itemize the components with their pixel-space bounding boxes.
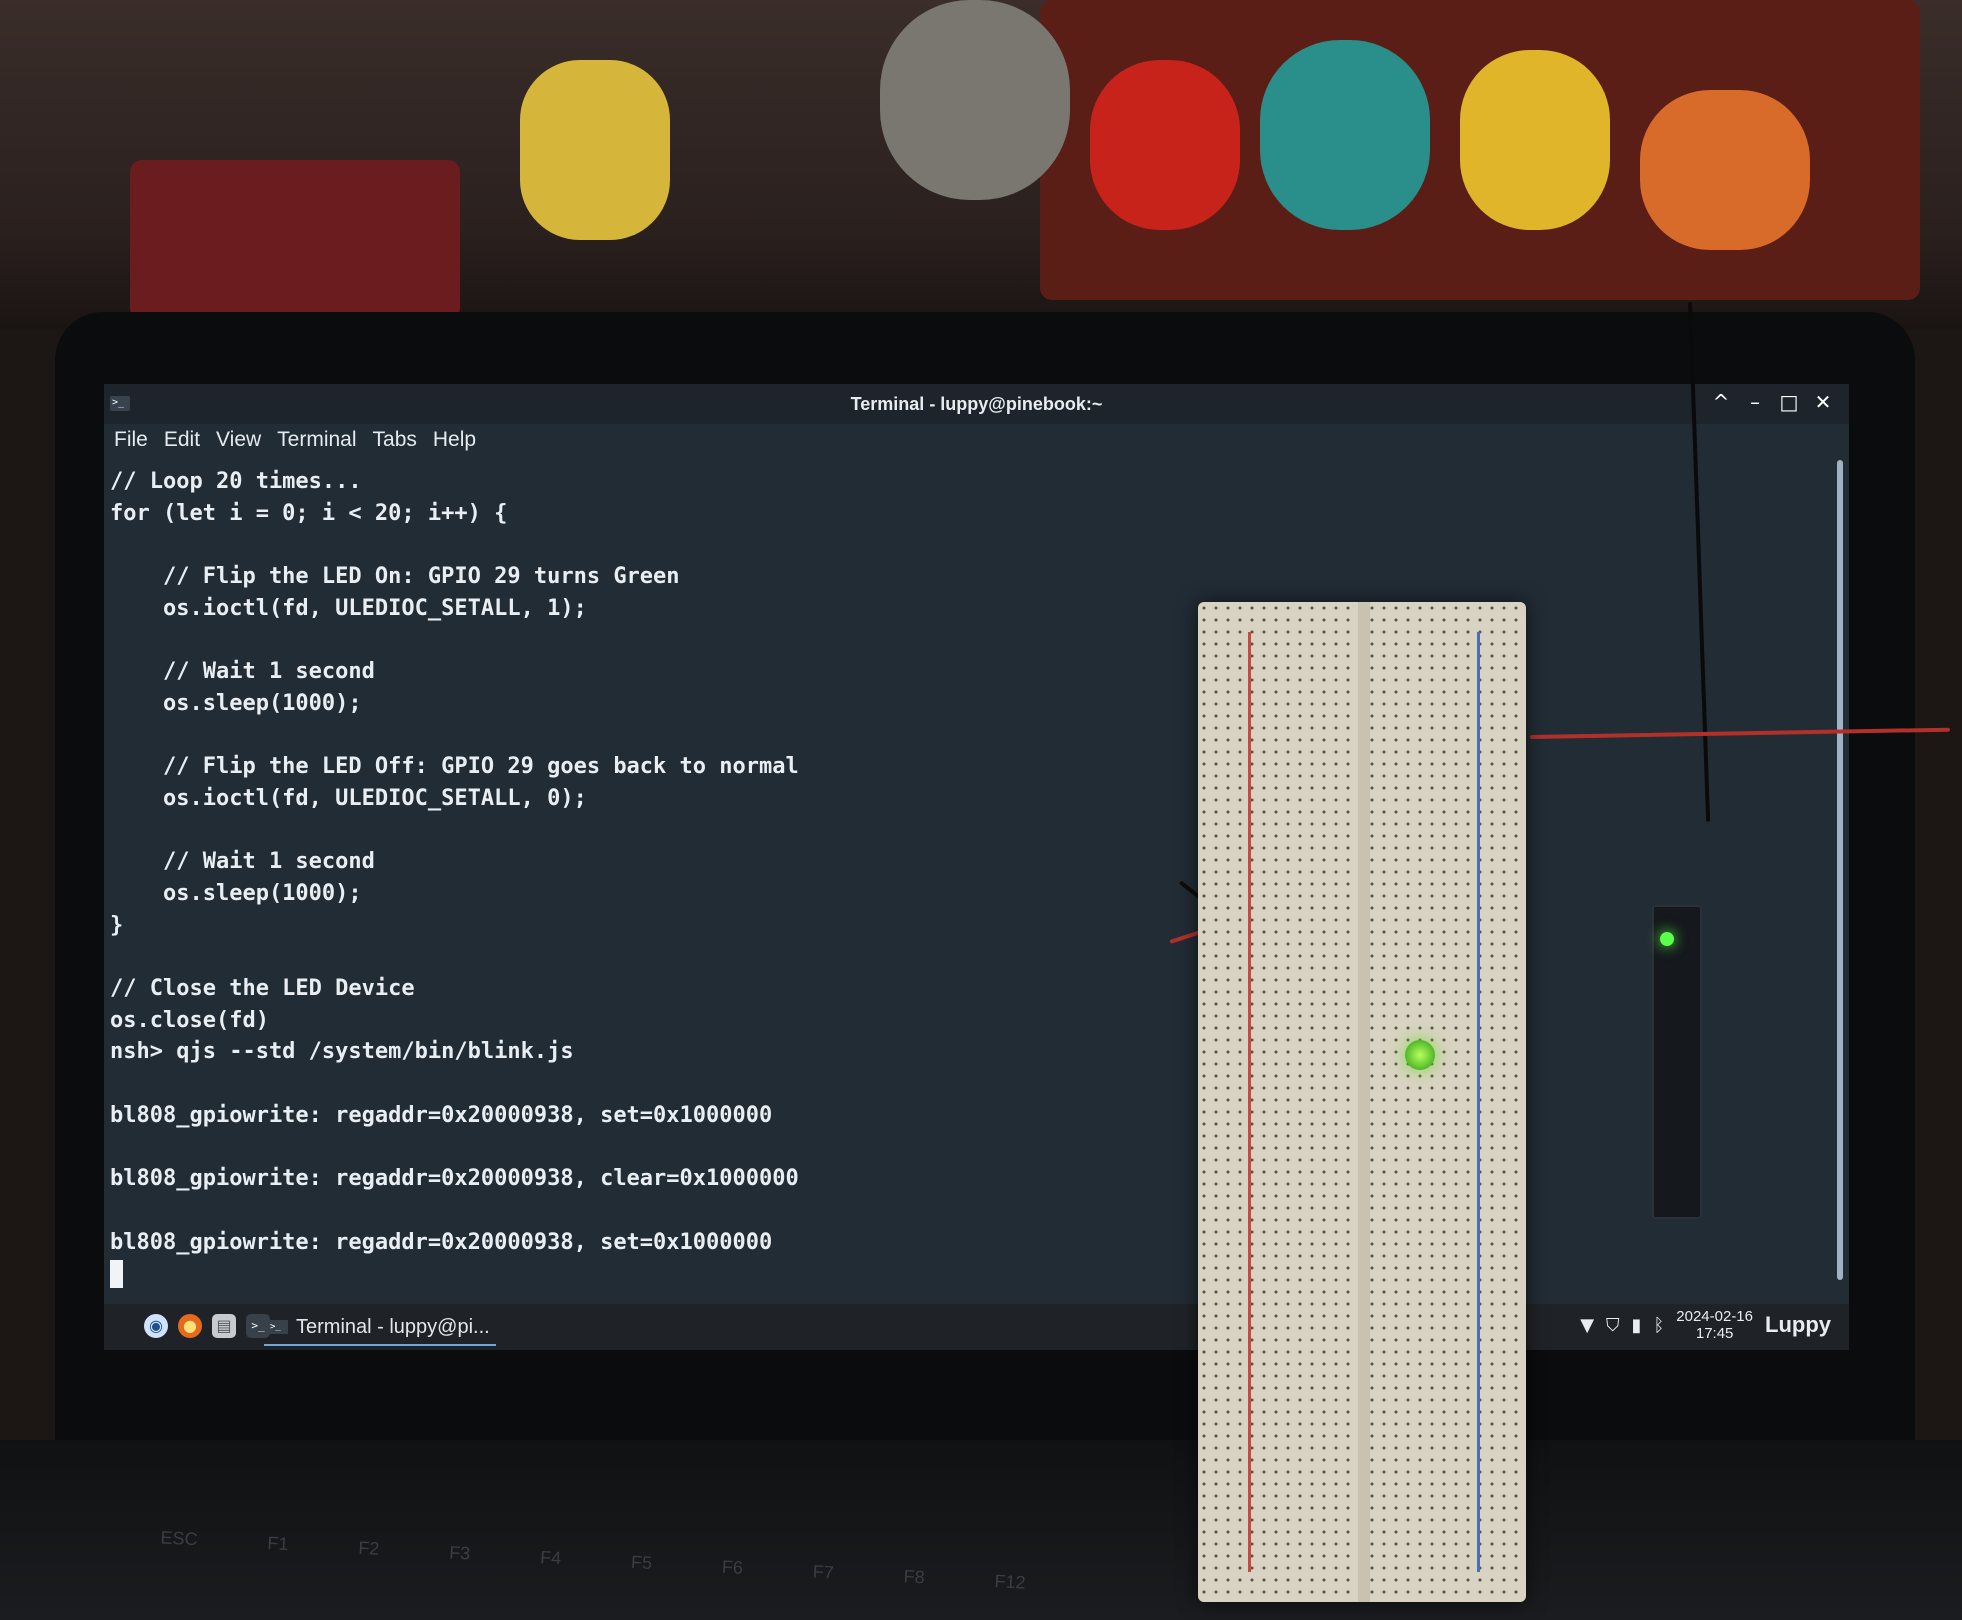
terminal-line: bl808_gpiowrite: regaddr=0x20000938, set… bbox=[110, 1102, 773, 1128]
keyboard-key: F12 bbox=[994, 1571, 1027, 1593]
menu-file[interactable]: File bbox=[114, 428, 148, 458]
terminal-scrollbar[interactable] bbox=[1837, 460, 1843, 1280]
keyboard-key: F4 bbox=[539, 1547, 562, 1569]
terminal-line: os.ioctl(fd, ULEDIOC_SETALL, 1); bbox=[110, 595, 587, 621]
menu-help[interactable]: Help bbox=[433, 428, 476, 458]
window-title: Terminal - luppy@pinebook:~ bbox=[850, 394, 1103, 414]
user-name[interactable]: Luppy bbox=[1765, 1312, 1831, 1338]
bluetooth-icon[interactable]: ᛒ bbox=[1653, 1315, 1664, 1336]
terminal-line: } bbox=[110, 912, 124, 938]
toy-orange bbox=[1640, 90, 1810, 250]
shield-icon[interactable]: ⛉ bbox=[1606, 1315, 1620, 1336]
terminal-output[interactable]: // Loop 20 times... for (let i = 0; i < 2… bbox=[110, 466, 1825, 1290]
terminal-line: nsh> qjs --std /system/bin/blink.js bbox=[110, 1039, 574, 1065]
menu-edit[interactable]: Edit bbox=[164, 428, 200, 458]
green-led bbox=[1405, 1040, 1435, 1070]
breadboard bbox=[1198, 602, 1526, 1602]
keyboard-key: F2 bbox=[357, 1537, 380, 1559]
keyboard-key: F1 bbox=[266, 1532, 289, 1555]
menu-terminal[interactable]: Terminal bbox=[277, 428, 356, 458]
taskbar: ◉ ● ▤ >_ >_ Terminal - luppy@pi... ▼ ⛉ ▮… bbox=[104, 1304, 1849, 1350]
keyboard-key: F3 bbox=[448, 1542, 471, 1564]
microcontroller-board bbox=[1652, 905, 1702, 1219]
breadboard-center-gap bbox=[1358, 602, 1370, 1602]
mcu-status-led bbox=[1660, 932, 1674, 946]
terminal-line: // Flip the LED On: GPIO 29 turns Green bbox=[110, 564, 680, 590]
terminal-line: os.close(fd) bbox=[110, 1007, 269, 1033]
yellow-toy-left bbox=[520, 60, 670, 240]
shade-button[interactable]: ^ bbox=[1711, 390, 1731, 414]
whisker-menu-icon[interactable]: ◉ bbox=[144, 1314, 168, 1338]
keyboard-key: F6 bbox=[721, 1556, 744, 1578]
menubar: File Edit View Terminal Tabs Help bbox=[104, 428, 476, 458]
blue-rail-right bbox=[1477, 632, 1480, 1572]
keyboard-key: ESC bbox=[160, 1527, 199, 1550]
keyboard-key: F8 bbox=[903, 1566, 926, 1588]
menu-tabs[interactable]: Tabs bbox=[373, 428, 417, 458]
toy-blue bbox=[1260, 40, 1430, 230]
terminal-line: os.ioctl(fd, ULEDIOC_SETALL, 0); bbox=[110, 785, 587, 811]
clock-date: 2024-02-16 bbox=[1676, 1308, 1753, 1325]
terminal-line: // Loop 20 times... bbox=[110, 469, 362, 494]
clock-time: 17:45 bbox=[1695, 1325, 1734, 1342]
maximize-button[interactable]: □ bbox=[1779, 390, 1799, 414]
keyboard-key: F7 bbox=[812, 1561, 835, 1583]
firefox-icon[interactable]: ● bbox=[178, 1314, 202, 1338]
terminal-cursor bbox=[110, 1260, 123, 1289]
system-tray: ▼ ⛉ ▮ ᛒ 2024-02-16 17:45 Luppy bbox=[1580, 1308, 1831, 1342]
terminal-line: bl808_gpiowrite: regaddr=0x20000938, cle… bbox=[110, 1166, 799, 1192]
lamp bbox=[880, 0, 1070, 200]
wifi-icon[interactable]: ▼ bbox=[1580, 1315, 1594, 1336]
keyboard-key: F5 bbox=[630, 1552, 653, 1574]
terminal-line: // Close the LED Device bbox=[110, 976, 415, 1001]
terminal-line: // Wait 1 second bbox=[110, 849, 375, 875]
terminal-line: // Flip the LED Off: GPIO 29 goes back t… bbox=[110, 754, 799, 780]
toy-yellow bbox=[1460, 50, 1610, 230]
toy-red bbox=[1090, 60, 1240, 230]
terminal-line: for (let i = 0; i < 20; i++) { bbox=[110, 500, 508, 526]
screen: >_ Terminal - luppy@pinebook:~ ^ – □ ✕ F… bbox=[104, 384, 1849, 1350]
red-box bbox=[130, 160, 460, 320]
menu-view[interactable]: View bbox=[216, 428, 261, 458]
window-titlebar[interactable]: >_ Terminal - luppy@pinebook:~ ^ – □ ✕ bbox=[104, 384, 1849, 424]
minimize-button[interactable]: – bbox=[1745, 390, 1765, 414]
file-manager-icon[interactable]: ▤ bbox=[212, 1314, 236, 1338]
terminal-line: bl808_gpiowrite: regaddr=0x20000938, set… bbox=[110, 1229, 773, 1255]
terminal-task-icon: >_ bbox=[270, 1320, 288, 1334]
terminal-line: // Wait 1 second bbox=[110, 659, 375, 685]
laptop-keyboard: ESC F1 F2 F3 F4 F5 F6 F7 F8 F12 bbox=[0, 1440, 1962, 1620]
battery-icon[interactable]: ▮ bbox=[1632, 1315, 1642, 1336]
terminal-line: os.sleep(1000); bbox=[110, 690, 362, 716]
red-rail-left bbox=[1248, 632, 1251, 1572]
clock[interactable]: 2024-02-16 17:45 bbox=[1676, 1308, 1753, 1342]
taskbar-task-label: Terminal - luppy@pi... bbox=[296, 1315, 490, 1338]
taskbar-terminal-task[interactable]: >_ Terminal - luppy@pi... bbox=[264, 1310, 496, 1346]
background-scene bbox=[0, 0, 1962, 330]
close-button[interactable]: ✕ bbox=[1813, 390, 1833, 414]
terminal-line: os.sleep(1000); bbox=[110, 880, 362, 906]
